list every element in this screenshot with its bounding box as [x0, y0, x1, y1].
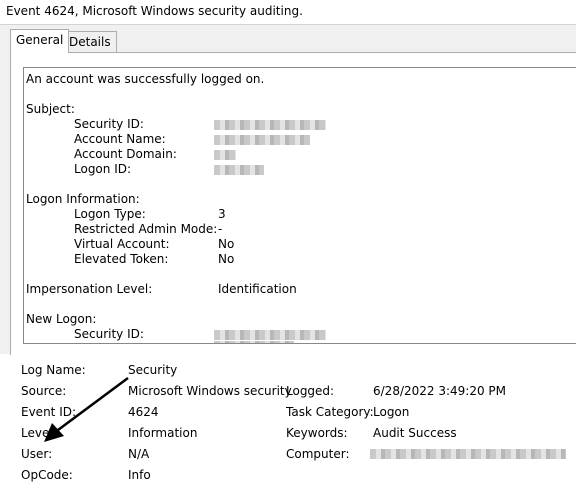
- log-name-value: Security: [128, 363, 178, 377]
- logged-label: Logged:: [286, 384, 335, 398]
- computer-label: Computer:: [286, 447, 350, 461]
- tab-details-label: Details: [69, 35, 111, 49]
- impersonation-level-label: Impersonation Level:: [26, 282, 153, 296]
- opcode-label: OpCode:: [21, 468, 73, 482]
- source-value: Microsoft Windows security: [128, 384, 292, 398]
- task-category-value: Logon: [373, 405, 410, 419]
- new-logon-heading: New Logon:: [26, 312, 97, 326]
- elevated-token-value: No: [218, 252, 235, 266]
- redacted-account-name: [214, 135, 310, 145]
- event-id-value: 4624: [128, 405, 159, 419]
- event-description-box[interactable]: An account was successfully logged on. S…: [23, 67, 576, 344]
- title-bar: Event 4624, Microsoft Windows security a…: [0, 0, 576, 25]
- logon-type-label: Logon Type:: [74, 207, 146, 221]
- tab-details[interactable]: Details: [63, 31, 117, 52]
- tab-general[interactable]: General: [10, 29, 70, 53]
- redacted-logon-id: [214, 165, 264, 175]
- subject-security-id-label: Security ID:: [74, 117, 144, 131]
- subject-account-name-label: Account Name:: [74, 132, 166, 146]
- description-headline: An account was successfully logged on.: [26, 72, 265, 86]
- window-title: Event 4624, Microsoft Windows security a…: [6, 4, 303, 18]
- event-details: [0, 355, 576, 488]
- elevated-token-label: Elevated Token:: [74, 252, 169, 266]
- new-logon-security-id-label: Security ID:: [74, 327, 144, 341]
- tab-general-label: General: [16, 33, 64, 47]
- redacted-security-id: [214, 120, 326, 130]
- redacted-computer-name: [370, 449, 566, 459]
- restricted-admin-mode-value: -: [218, 222, 223, 236]
- logged-value: 6/28/2022 3:49:20 PM: [373, 384, 507, 398]
- keywords-label: Keywords:: [286, 426, 348, 440]
- task-category-label: Task Category:: [286, 405, 374, 419]
- keywords-value: Audit Success: [373, 426, 457, 440]
- event-id-label: Event ID:: [21, 405, 77, 419]
- virtual-account-label: Virtual Account:: [74, 237, 170, 251]
- redacted-account-domain: [214, 150, 236, 160]
- impersonation-level-value: Identification: [218, 282, 297, 296]
- subject-heading: Subject:: [26, 102, 75, 116]
- redacted-new-logon-security-id: [214, 330, 326, 340]
- logon-information-heading: Logon Information:: [26, 192, 140, 206]
- level-value: Information: [128, 426, 198, 440]
- user-value: N/A: [128, 447, 150, 461]
- virtual-account-value: No: [218, 237, 235, 251]
- redacted-cutoff-line: [214, 341, 294, 343]
- subject-account-domain-label: Account Domain:: [74, 147, 177, 161]
- source-label: Source:: [21, 384, 67, 398]
- restricted-admin-mode-label: Restricted Admin Mode:: [74, 222, 218, 236]
- subject-logon-id-label: Logon ID:: [74, 162, 132, 176]
- opcode-value: Info: [128, 468, 151, 482]
- level-label: Level:: [21, 426, 57, 440]
- log-name-label: Log Name:: [21, 363, 86, 377]
- user-label: User:: [21, 447, 53, 461]
- logon-type-value: 3: [218, 207, 226, 221]
